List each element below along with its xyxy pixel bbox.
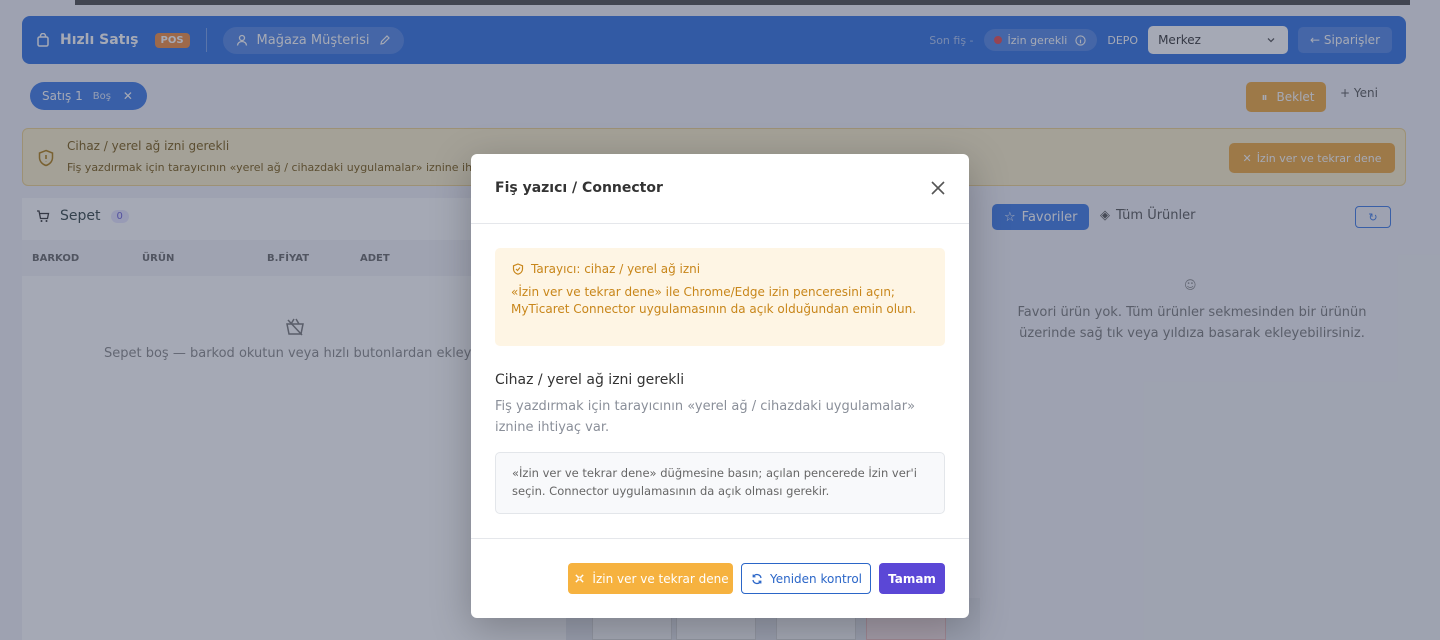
connector-modal: Fiş yazıcı / Connector Tarayıcı: cihaz /… xyxy=(471,154,969,618)
modal-title: Fiş yazıcı / Connector xyxy=(495,180,663,196)
recheck-button[interactable]: Yeniden kontrol xyxy=(741,563,871,594)
recheck-label: Yeniden kontrol xyxy=(770,571,862,586)
allow-retry-label: İzin ver ve tekrar dene xyxy=(592,571,729,586)
modal-footer: İzin ver ve tekrar dene Yeniden kontrol … xyxy=(471,538,969,618)
section-title: Cihaz / yerel ağ izni gerekli xyxy=(495,372,685,388)
shield-icon xyxy=(511,262,525,276)
modal-close-button[interactable] xyxy=(927,179,949,201)
info-text: «İzin ver ve tekrar dene» düğmesine bası… xyxy=(512,466,917,498)
close-icon xyxy=(930,180,946,200)
section-description: Fiş yazdırmak için tarayıcının «yerel ağ… xyxy=(495,399,916,435)
warning-title: Tarayıcı: cihaz / yerel ağ izni xyxy=(531,262,701,276)
ok-button[interactable]: Tamam xyxy=(879,563,945,594)
warning-text: «İzin ver ve tekrar dene» ile Chrome/Edg… xyxy=(511,285,917,316)
plug-icon xyxy=(572,572,586,586)
info-box: «İzin ver ve tekrar dene» düğmesine bası… xyxy=(495,452,945,514)
allow-retry-button[interactable]: İzin ver ve tekrar dene xyxy=(568,563,733,594)
modal-header: Fiş yazıcı / Connector xyxy=(471,154,969,224)
warning-box: Tarayıcı: cihaz / yerel ağ izni «İzin ve… xyxy=(495,248,945,346)
refresh-icon xyxy=(750,572,764,586)
